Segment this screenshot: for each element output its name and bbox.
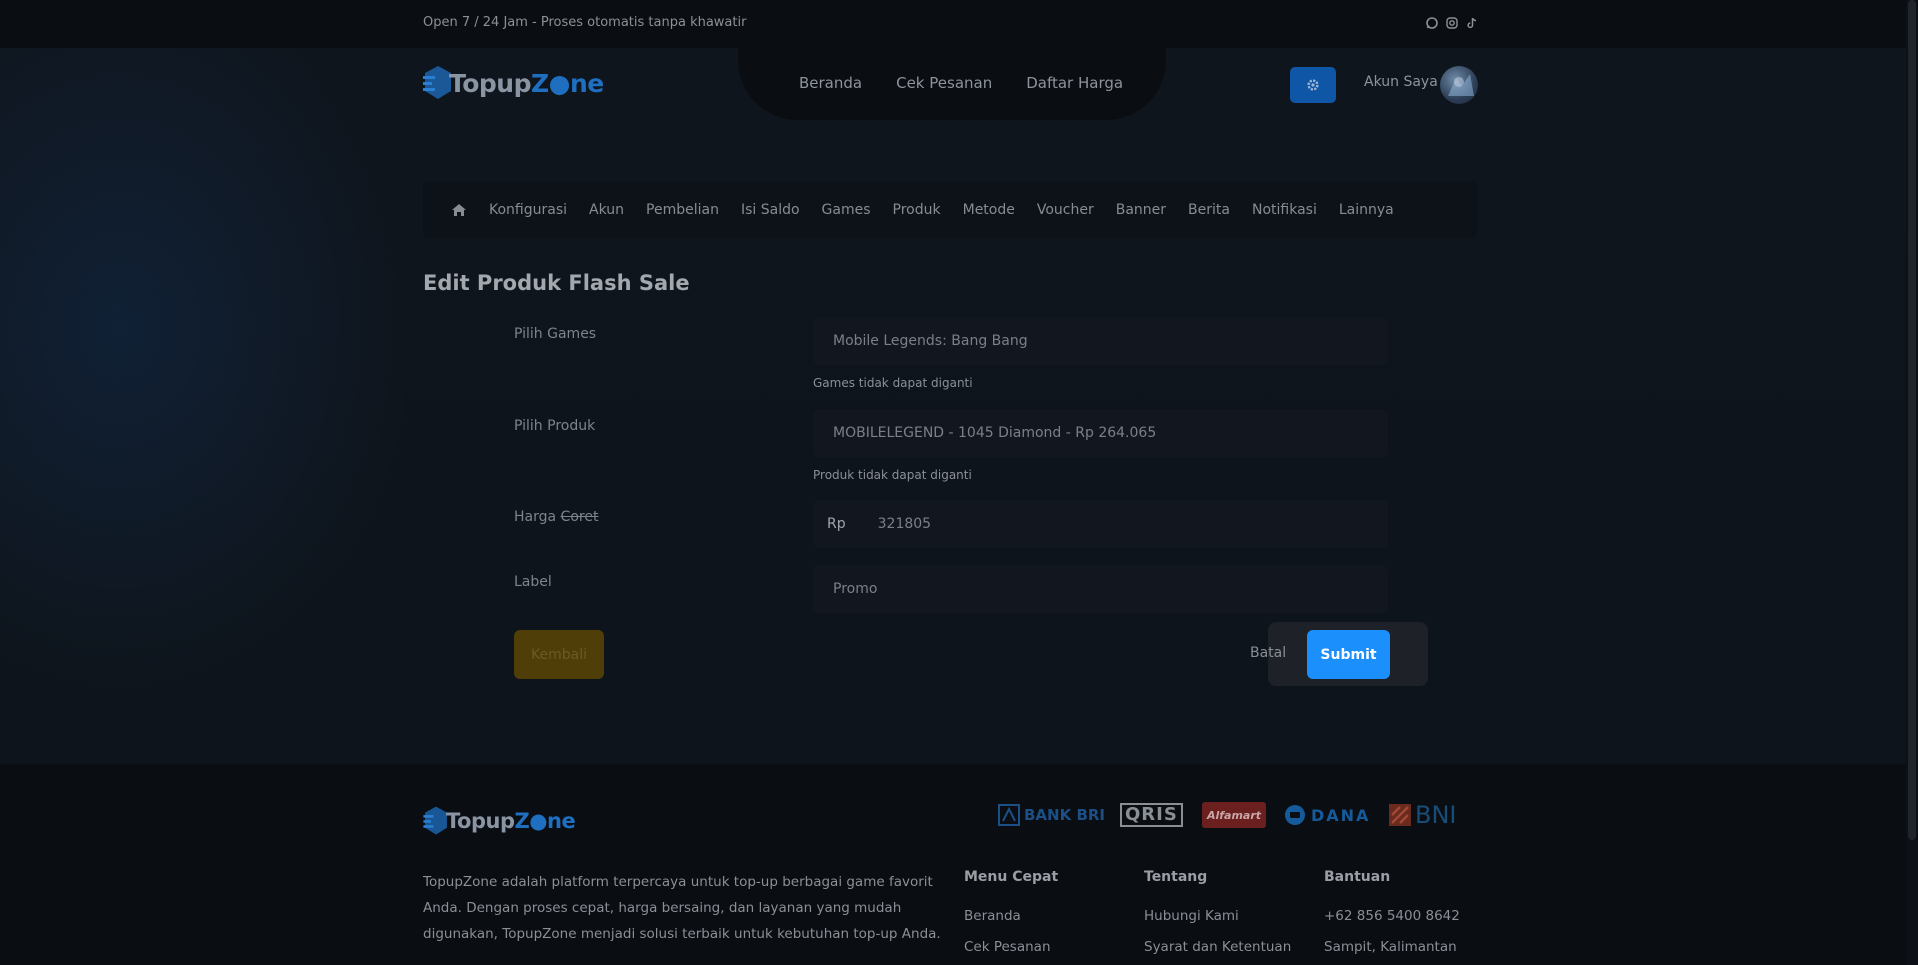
games-hint: Games tidak dapat diganti: [813, 376, 973, 390]
avatar-image: [1448, 74, 1474, 96]
home-icon[interactable]: [451, 203, 467, 217]
logo-text-ne: ne: [569, 68, 604, 98]
subnav-lainnya[interactable]: Lainnya: [1339, 202, 1394, 218]
subnav-isi-saldo[interactable]: Isi Saldo: [741, 202, 800, 218]
price-field[interactable]: Rp 321805: [813, 500, 1388, 548]
payment-logo-bri: BANK BRI: [998, 802, 1105, 828]
footer-logo-dot: ●: [529, 809, 548, 833]
nav-daftar-harga[interactable]: Daftar Harga: [1026, 74, 1123, 92]
games-label: Pilih Games: [514, 326, 597, 342]
social-links: [1426, 17, 1478, 29]
footer-link-terms[interactable]: Syarat dan Ketentuan: [1144, 939, 1291, 955]
page-title: Edit Produk Flash Sale: [423, 271, 690, 295]
label-label: Label: [514, 574, 552, 590]
subnav-banner[interactable]: Banner: [1116, 202, 1166, 218]
subnav-produk[interactable]: Produk: [893, 202, 941, 218]
subnav-voucher[interactable]: Voucher: [1037, 202, 1094, 218]
site-logo[interactable]: TopupZ●ne: [423, 64, 604, 102]
subnav-konfigurasi[interactable]: Konfigurasi: [489, 202, 567, 218]
logo-text-topup: Topup: [449, 68, 532, 98]
nav-cek-pesanan[interactable]: Cek Pesanan: [896, 74, 992, 92]
logo-text-z: Z: [531, 68, 549, 98]
footer-col-help-title: Bantuan: [1324, 869, 1391, 885]
alfamart-text: Alfamart: [1206, 808, 1262, 822]
price-label-strike: Coret: [560, 509, 599, 525]
bri-text: BANK BRI: [1024, 806, 1106, 824]
dana-text: DANA: [1311, 805, 1371, 825]
bri-mark-icon: [998, 804, 1020, 826]
nav-beranda[interactable]: Beranda: [799, 74, 862, 92]
footer-col-menu-title: Menu Cepat: [964, 869, 1059, 885]
product-hint: Produk tidak dapat diganti: [813, 468, 972, 482]
subnav-notifikasi[interactable]: Notifikasi: [1252, 202, 1317, 218]
price-label: Harga Coret: [514, 509, 598, 525]
qris-text: QRIS: [1120, 803, 1183, 827]
footer-link-cek-pesanan[interactable]: Cek Pesanan: [964, 939, 1051, 955]
avatar[interactable]: [1440, 66, 1478, 104]
footer-logo-text-z: Z: [514, 809, 530, 833]
top-info-bar: Open 7 / 24 Jam - Proses otomatis tanpa …: [0, 0, 1918, 48]
footer-description: TopupZone adalah platform terpercaya unt…: [423, 874, 941, 942]
page-background: [0, 48, 1918, 768]
footer-logo-text-ne: ne: [547, 809, 576, 833]
bni-text: BNI: [1415, 801, 1457, 829]
subnav-games[interactable]: Games: [822, 202, 871, 218]
footer-link-contact[interactable]: Hubungi Kami: [1144, 908, 1239, 924]
page-scrollbar[interactable]: [1906, 0, 1918, 965]
games-value: Mobile Legends: Bang Bang: [833, 333, 1028, 349]
whatsapp-icon[interactable]: [1426, 17, 1438, 29]
tiktok-icon[interactable]: [1466, 17, 1478, 29]
price-label-text: Harga: [514, 509, 557, 525]
games-field[interactable]: Mobile Legends: Bang Bang: [813, 317, 1388, 365]
payment-logo-alfamart: Alfamart: [1202, 802, 1266, 828]
subnav-metode[interactable]: Metode: [963, 202, 1015, 218]
gear-icon: [1307, 79, 1319, 91]
payment-logo-bni: BNI: [1388, 801, 1457, 829]
label-value: Promo: [833, 581, 878, 597]
price-value: 321805: [877, 516, 932, 532]
footer-address: Sampit, Kalimantan: [1324, 939, 1457, 955]
account-label[interactable]: Akun Saya: [1364, 74, 1438, 90]
footer-logo[interactable]: TopupZ●ne: [423, 805, 576, 837]
logo-dot: ●: [548, 68, 571, 98]
admin-subnav: Konfigurasi Akun Pembelian Isi Saldo Gam…: [423, 182, 1477, 238]
back-button[interactable]: Kembali: [514, 630, 604, 679]
footer-logo-text-topup: Topup: [446, 809, 515, 833]
settings-button[interactable]: [1290, 67, 1336, 103]
payment-logo-dana: DANA: [1284, 802, 1370, 828]
footer-phone: +62 856 5400 8642: [1324, 908, 1460, 924]
footer-link-beranda[interactable]: Beranda: [964, 908, 1021, 924]
tagline: Open 7 / 24 Jam - Proses otomatis tanpa …: [423, 15, 747, 30]
product-label: Pilih Produk: [514, 418, 596, 434]
cancel-button[interactable]: Batal: [1250, 645, 1286, 661]
footer: [0, 764, 1918, 965]
product-field[interactable]: MOBILELEGEND - 1045 Diamond - Rp 264.065: [813, 409, 1388, 457]
product-value: MOBILELEGEND - 1045 Diamond - Rp 264.065: [833, 425, 1157, 441]
footer-col-about-title: Tentang: [1144, 869, 1208, 885]
dana-mark-icon: [1285, 805, 1305, 825]
subnav-pembelian[interactable]: Pembelian: [646, 202, 719, 218]
currency-prefix: Rp: [827, 516, 846, 532]
instagram-icon[interactable]: [1446, 17, 1458, 29]
subnav-akun[interactable]: Akun: [589, 202, 624, 218]
main-nav: Beranda Cek Pesanan Daftar Harga: [799, 74, 1123, 92]
submit-button[interactable]: Submit: [1307, 630, 1390, 679]
bni-mark-icon: [1389, 804, 1411, 826]
payment-logo-qris: QRIS: [1120, 802, 1183, 828]
scrollbar-thumb[interactable]: [1908, 0, 1916, 840]
label-field[interactable]: Promo: [813, 565, 1388, 613]
subnav-berita[interactable]: Berita: [1188, 202, 1230, 218]
